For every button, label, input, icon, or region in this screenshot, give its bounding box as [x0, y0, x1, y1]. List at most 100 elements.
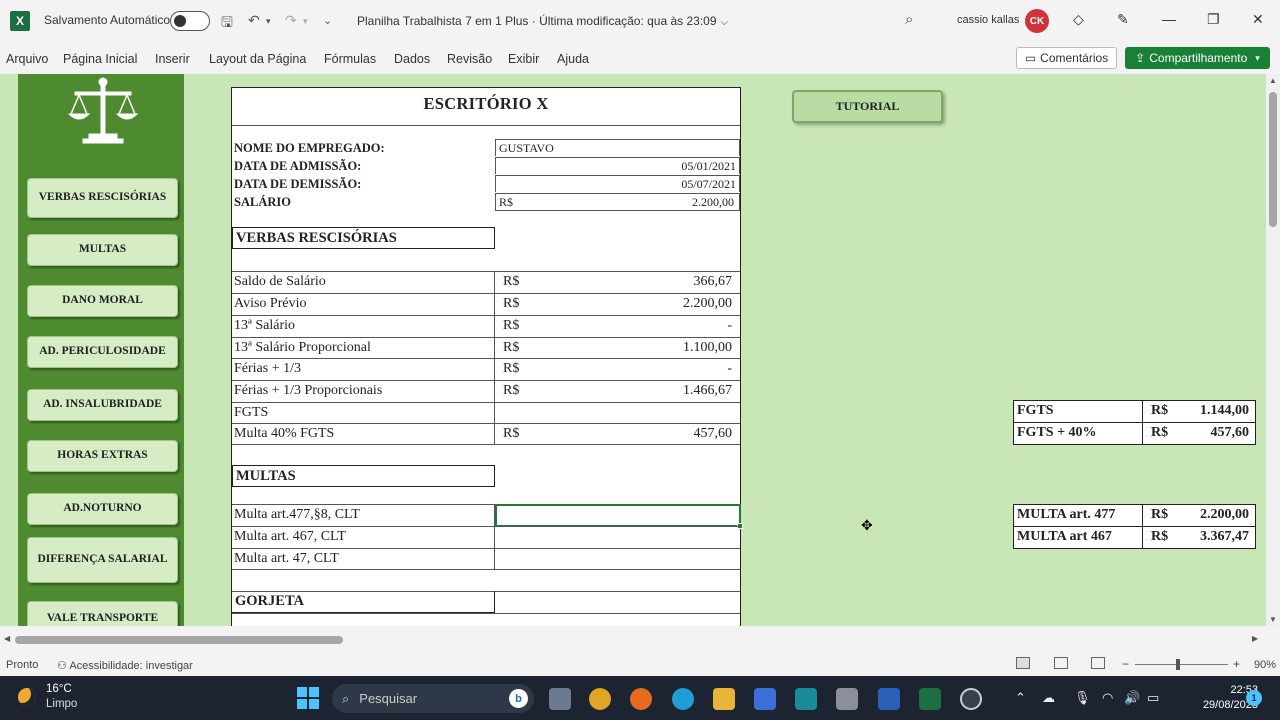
table-row[interactable]: Multa art.477,§8, CLT ✥ [232, 504, 873, 534]
table-row[interactable]: Aviso Prévio R$ 2.200,00 [232, 293, 740, 315]
divider [494, 294, 495, 315]
page-break-view-icon[interactable] [1091, 657, 1105, 669]
redo-dropdown-icon[interactable]: ▾ [303, 16, 308, 27]
moon-icon[interactable] [18, 688, 36, 706]
tab-inserir[interactable]: Inserir [155, 52, 190, 66]
nav-ad-noturno-button[interactable]: AD.NOTURNO [27, 493, 178, 525]
table-row[interactable]: Multa art. 467, CLT [232, 526, 740, 548]
task-view-icon[interactable] [549, 688, 571, 710]
avatar[interactable]: CK [1025, 9, 1049, 33]
chevron-up-icon[interactable]: ⌃ [1015, 690, 1026, 706]
save-icon[interactable]: 🖫 [221, 12, 233, 36]
redo-icon[interactable]: ↷ [285, 12, 297, 29]
table-row[interactable]: Férias + 1/3 R$ - [232, 358, 740, 380]
nav-dano-moral-button[interactable]: DANO MORAL [27, 285, 178, 317]
restore-button[interactable]: ❐ [1207, 11, 1220, 28]
minimize-button[interactable]: — [1162, 11, 1176, 27]
table-row[interactable]: MULTA art 467 R$ 3.367,47 [1014, 526, 1255, 548]
nav-horas-extras-button[interactable]: HORAS EXTRAS [27, 440, 178, 472]
nav-verbas-rescisorias-button[interactable]: VERBAS RESCISÓRIAS [27, 178, 178, 218]
nav-vale-transporte-button[interactable]: VALE TRANSPORTE [27, 601, 178, 626]
selected-cell[interactable]: ✥ [495, 504, 873, 534]
tutorial-button[interactable]: TUTORIAL [792, 90, 943, 123]
nav-ad-insalubridade-button[interactable]: AD. INSALUBRIDADE [27, 389, 178, 421]
zoom-slider[interactable] [1135, 664, 1228, 665]
dismissal-date-value[interactable]: 05/07/2021 [495, 175, 740, 192]
scroll-left-icon[interactable]: ◀ [4, 634, 10, 643]
nav-ad-periculosidade-button[interactable]: AD. PERICULOSIDADE [27, 336, 178, 368]
file-explorer-icon[interactable] [713, 688, 735, 710]
diamond-icon[interactable]: ◇ [1073, 11, 1084, 28]
table-row[interactable]: Multa art. 47, CLT [232, 548, 740, 570]
tab-revisao[interactable]: Revisão [447, 52, 492, 66]
table-row[interactable]: FGTS R$ 1.144,00 [1014, 401, 1255, 423]
calculator-icon[interactable] [836, 688, 858, 710]
excel-icon[interactable] [919, 688, 941, 710]
tab-dados[interactable]: Dados [394, 52, 430, 66]
zoom-out-button[interactable]: − [1122, 657, 1129, 671]
table-row[interactable]: Férias + 1/3 Proporcionais R$ 1.466,67 [232, 380, 740, 402]
share-button[interactable]: ⇪ Compartilhamento ▾ [1125, 47, 1270, 69]
nav-diferenca-salarial-button[interactable]: DIFERENÇA SALARIAL [27, 537, 178, 583]
horizontal-scrollbar[interactable]: ◀ ▶ [0, 626, 1280, 654]
tab-pagina-inicial[interactable]: Página Inicial [63, 52, 137, 66]
scroll-thumb[interactable] [1269, 92, 1277, 227]
table-row[interactable]: 13ª Salário R$ - [232, 315, 740, 337]
microphone-icon[interactable]: 🎙 [1074, 690, 1091, 706]
undo-icon[interactable]: ↶ [248, 12, 260, 29]
username[interactable]: cassio kallas [957, 14, 1019, 26]
scroll-down-icon[interactable]: ▼ [1269, 615, 1277, 624]
pen-icon[interactable]: ✎ [1117, 11, 1129, 28]
cloud-icon[interactable]: ☁ [1042, 690, 1055, 706]
worksheet[interactable]: VERBAS RESCISÓRIAS MULTAS DANO MORAL AD.… [0, 74, 1266, 626]
table-row[interactable]: Multa 40% FGTS R$ 457,60 [232, 423, 740, 445]
page-layout-view-icon[interactable] [1054, 657, 1068, 669]
tab-arquivo[interactable]: Arquivo [6, 52, 48, 66]
customize-toolbar-icon[interactable]: ⌄ [323, 14, 332, 27]
table-row[interactable]: MULTA art. 477 R$ 2.200,00 [1014, 505, 1255, 527]
tab-layout-da-pagina[interactable]: Layout da Página [209, 52, 306, 66]
wifi-icon[interactable]: ◠ [1102, 690, 1113, 706]
tab-exibir[interactable]: Exibir [508, 52, 539, 66]
notification-badge[interactable]: 1 [1246, 690, 1262, 706]
app-icon[interactable] [795, 688, 817, 710]
comments-button[interactable]: ▭ Comentários [1016, 47, 1117, 69]
salary-cell[interactable]: R$ 2.200,00 [495, 193, 740, 211]
obs-icon[interactable] [960, 688, 982, 710]
tab-ajuda[interactable]: Ajuda [557, 52, 589, 66]
autosave-toggle[interactable] [170, 11, 210, 31]
employee-name-value[interactable]: GUSTAVO [495, 139, 740, 156]
speaker-icon[interactable]: 🔊 [1124, 690, 1140, 706]
table-row[interactable]: FGTS + 40% R$ 457,60 [1014, 422, 1255, 444]
table-row[interactable]: FGTS [232, 402, 740, 424]
close-button[interactable]: ✕ [1252, 11, 1264, 28]
weather-description[interactable]: Limpo [46, 698, 77, 710]
scroll-up-icon[interactable]: ▲ [1269, 76, 1277, 85]
weather-temperature[interactable]: 16°C [46, 683, 72, 695]
zoom-slider-knob[interactable] [1176, 659, 1180, 670]
document-title[interactable]: Planilha Trabalhista 7 em 1 Plus · Últim… [357, 14, 728, 28]
normal-view-icon[interactable] [1016, 657, 1030, 669]
zoom-in-button[interactable]: + [1233, 657, 1240, 671]
bing-icon[interactable]: b [509, 689, 528, 708]
word-icon[interactable] [878, 688, 900, 710]
vertical-scrollbar[interactable]: ▲ ▼ [1266, 74, 1280, 626]
scroll-right-icon[interactable]: ▶ [1252, 634, 1258, 643]
accessibility-status[interactable]: ⚇ Acessibilidade: investigar [57, 659, 193, 672]
zoom-level[interactable]: 90% [1254, 659, 1276, 671]
nav-multas-button[interactable]: MULTAS [27, 234, 178, 266]
search-icon[interactable]: ⌕ [905, 11, 913, 28]
undo-dropdown-icon[interactable]: ▾ [266, 16, 271, 27]
battery-icon[interactable]: ▭ [1147, 690, 1159, 706]
windows-start-icon[interactable] [297, 687, 319, 709]
taskbar-search[interactable]: ⌕ Pesquisar b [332, 684, 534, 713]
admission-date-value[interactable]: 05/01/2021 [495, 157, 740, 174]
edge-icon[interactable] [672, 688, 694, 710]
tab-formulas[interactable]: Fórmulas [324, 52, 376, 66]
table-row[interactable]: Saldo de Salário R$ 366,67 [232, 271, 740, 293]
table-row[interactable]: 13ª Salário Proporcional R$ 1.100,00 [232, 337, 740, 359]
store-icon[interactable] [754, 688, 776, 710]
firefox-icon[interactable] [630, 688, 652, 710]
scroll-thumb[interactable] [15, 636, 343, 644]
chrome-icon[interactable] [589, 688, 611, 710]
